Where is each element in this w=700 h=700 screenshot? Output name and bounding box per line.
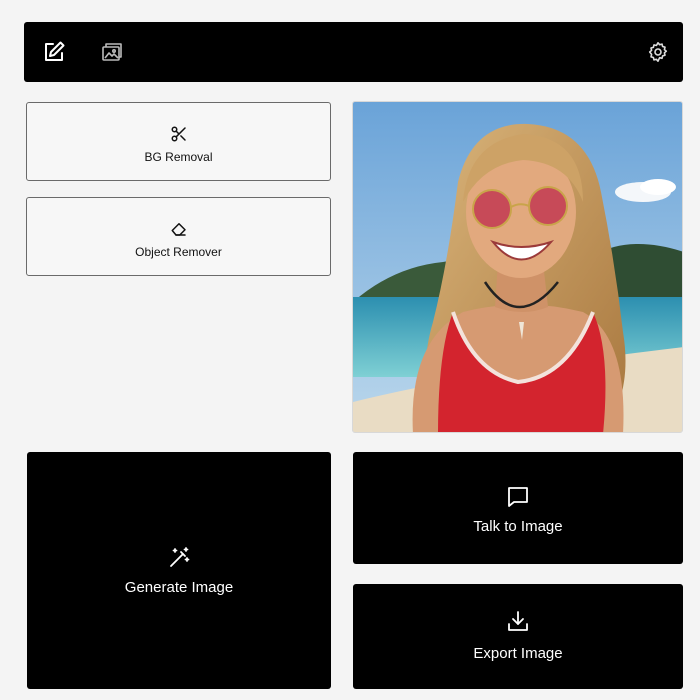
bg-removal-label: BG Removal [144,150,213,164]
talk-to-image-button[interactable]: Talk to Image [353,452,683,564]
edit-square-icon[interactable] [42,40,66,64]
bg-removal-button[interactable]: BG Removal [26,102,331,181]
magic-wand-icon [167,546,191,570]
eraser-icon [170,220,188,238]
settings-gear-icon[interactable] [646,40,670,64]
generate-image-button[interactable]: Generate Image [27,452,331,689]
top-toolbar [24,22,683,82]
image-preview [352,101,683,433]
image-gallery-icon[interactable] [100,40,124,64]
generate-image-label: Generate Image [124,579,234,596]
export-image-button[interactable]: Export Image [353,584,683,689]
object-remover-label: Object Remover [135,245,222,259]
chat-bubble-icon [506,485,530,509]
talk-to-image-label: Talk to Image [473,518,563,535]
object-remover-button[interactable]: Object Remover [26,197,331,276]
download-icon [506,609,530,633]
scissors-icon [170,125,188,143]
export-image-label: Export Image [473,645,563,662]
